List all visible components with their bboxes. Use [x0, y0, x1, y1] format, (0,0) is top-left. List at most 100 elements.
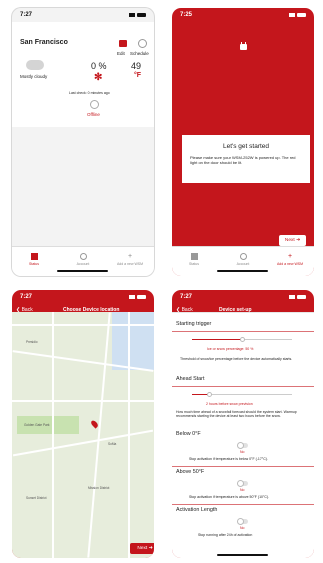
getting-started-screen: 7:25 Let's get started Please make sure …	[172, 8, 314, 276]
temperature-value: 49	[131, 61, 142, 71]
above-fifty-value: No	[240, 488, 245, 492]
setup-content: Starting trigger Ice or snow percentage:…	[172, 312, 314, 558]
bar-chart-icon	[30, 253, 38, 260]
section-divider	[172, 504, 314, 505]
device-setup-screen: 7:27 ❮ Back Device set-up Starting trigg…	[172, 290, 314, 558]
section-divider	[172, 331, 314, 332]
below-zero-value: No	[240, 450, 245, 454]
status-time: 7:27	[20, 294, 33, 300]
status-bar: 7:27	[12, 8, 154, 22]
next-button[interactable]: Next ➜	[279, 235, 306, 246]
section-divider	[172, 466, 314, 467]
tab-account-label: Account	[76, 262, 90, 266]
map-label: Presidio	[26, 340, 38, 344]
weather-text: Mostly cloudy	[20, 74, 48, 79]
signal-icon	[289, 295, 295, 299]
section-divider	[172, 386, 314, 387]
map-road	[12, 400, 154, 402]
status-icons	[129, 295, 146, 299]
slider-fill	[192, 339, 242, 340]
battery-icon	[137, 295, 146, 299]
tab-account[interactable]: Account	[221, 253, 265, 266]
map-road	[128, 312, 130, 558]
tab-add-wsm-label: Add a new WSM	[276, 262, 304, 266]
activation-length-value: No	[240, 526, 245, 530]
temperature-unit: °F	[134, 72, 142, 79]
slider-handle[interactable]	[207, 392, 212, 397]
edit-label[interactable]: Edit	[117, 51, 125, 56]
bar-chart-icon	[190, 253, 198, 260]
below-zero-label: Below 0°F	[176, 431, 201, 437]
home-indicator	[217, 270, 268, 272]
tab-add-wsm-label: Add a new WSM	[116, 262, 144, 266]
status-icons	[289, 295, 306, 299]
slider-handle[interactable]	[240, 337, 245, 342]
map-road	[12, 324, 154, 326]
schedule-label[interactable]: Schedule	[130, 51, 149, 56]
instruction-card: Let's get started Please make sure your …	[182, 135, 310, 183]
account-icon	[79, 253, 87, 260]
status-time: 7:27	[180, 294, 193, 300]
snowflake-icon: ✻	[94, 72, 103, 83]
snow-percentage-slider[interactable]	[192, 337, 292, 342]
signal-icon	[129, 295, 135, 299]
bottom-tab-bar: Status Account + Add a new WSM	[12, 246, 154, 276]
status-icons	[129, 13, 146, 17]
map-label: Mission District	[88, 486, 110, 490]
signal-icon	[289, 13, 295, 17]
ahead-start-value: 2 hours before snow prevision	[206, 402, 253, 406]
city-title: San Francisco	[20, 39, 68, 46]
screenshot-grid: 7:27 San Francisco Edit Schedule Mostly …	[0, 0, 323, 563]
activation-length-toggle[interactable]	[238, 519, 248, 524]
starting-trigger-label: Starting trigger	[176, 321, 212, 327]
location-map[interactable]: Presidio Golden Gate Park SoMa Mission D…	[12, 312, 154, 558]
water-area	[112, 312, 154, 370]
tab-status-label: Status	[29, 262, 39, 266]
battery-icon	[297, 13, 306, 17]
status-bar: 7:27	[12, 290, 154, 304]
next-button[interactable]: Next ➜	[130, 543, 154, 554]
below-zero-toggle[interactable]	[238, 443, 248, 448]
power-icon	[90, 100, 99, 109]
tab-status[interactable]: Status	[172, 253, 216, 266]
threshold-description: Threshold of snow/ice percentage before …	[180, 357, 293, 361]
next-label: Next	[284, 238, 295, 243]
status-time: 7:27	[20, 12, 33, 18]
tab-account[interactable]: Account	[61, 253, 105, 266]
account-icon	[239, 253, 247, 260]
offline-status: Offline	[87, 112, 100, 117]
above-fifty-toggle[interactable]	[238, 481, 248, 486]
battery-icon	[137, 13, 146, 17]
map-label: SoMa	[108, 442, 117, 446]
tab-add-wsm[interactable]: + Add a new WSM	[268, 253, 312, 266]
bottom-tab-bar: Status Account + Add a new WSM	[172, 246, 314, 276]
plus-icon: +	[127, 253, 133, 260]
tab-add-wsm[interactable]: + Add a new WSM	[108, 253, 152, 266]
ahead-start-slider[interactable]	[192, 392, 292, 397]
status-bar: 7:25	[172, 8, 314, 22]
clock-icon[interactable]	[138, 39, 147, 48]
tab-status[interactable]: Status	[12, 253, 56, 266]
activation-length-description: Stop running after 24h of activation	[198, 533, 253, 537]
map-road	[87, 312, 111, 558]
plug-icon	[240, 42, 247, 50]
battery-icon	[297, 295, 306, 299]
snow-percentage-value: Ice or snow percentage: 50 %	[207, 347, 254, 351]
above-fifty-description: Stop activation if temperature is above …	[189, 495, 270, 499]
weather-icon	[26, 55, 44, 70]
card-body: Please make sure your WSM-252W is powere…	[190, 155, 296, 166]
status-card: San Francisco Edit Schedule Mostly cloud…	[12, 22, 154, 127]
card-title: Let's get started	[222, 143, 270, 150]
activation-length-label: Activation Length	[176, 507, 218, 513]
ahead-start-description: How much time ahead of a snowfall foreca…	[176, 410, 297, 419]
tab-account-label: Account	[236, 262, 250, 266]
ahead-start-label: Ahead Start	[176, 376, 205, 382]
edit-icon[interactable]	[119, 40, 127, 47]
tab-status-label: Status	[189, 262, 199, 266]
home-indicator	[57, 270, 108, 272]
status-bar: 7:27	[172, 290, 314, 304]
map-label: Sunset District	[26, 496, 47, 500]
plus-icon: +	[287, 253, 293, 260]
below-zero-description: Stop activation if temperature is below …	[189, 457, 268, 461]
home-indicator	[217, 554, 268, 556]
